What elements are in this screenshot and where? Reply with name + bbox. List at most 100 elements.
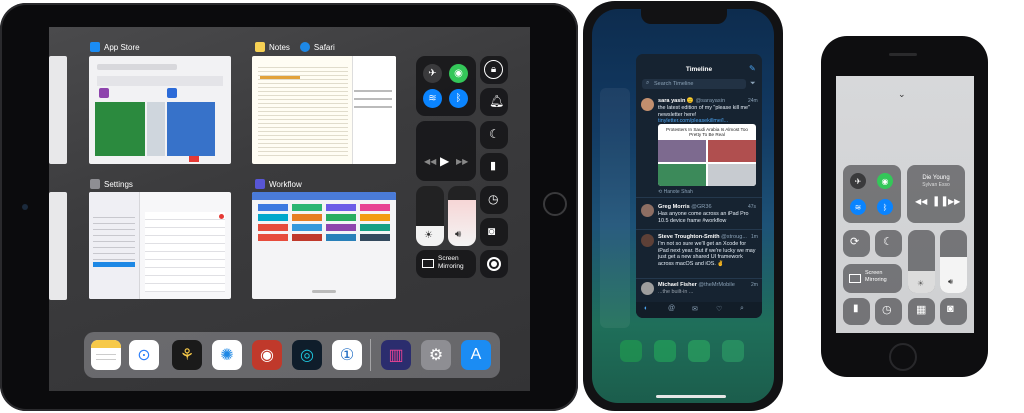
avatar[interactable] xyxy=(641,282,654,295)
volume-slider[interactable]: 🔊︎ xyxy=(448,186,476,246)
record-icon xyxy=(487,257,501,271)
ipad-home-button[interactable] xyxy=(543,192,567,216)
dock-notes-icon[interactable] xyxy=(91,340,121,370)
fast-forward-icon[interactable]: ▶▶ xyxy=(456,157,468,166)
song-title: Die Young xyxy=(922,175,950,181)
likes-tab-icon[interactable]: ♡ xyxy=(716,305,722,313)
dock-safari-icon[interactable]: ✺ xyxy=(212,340,242,370)
tweet-text: the latest edition of my "please kill me… xyxy=(658,105,750,125)
messages-tab-icon[interactable]: ✉ xyxy=(692,305,698,313)
tweetbot-app-card[interactable]: Timeline ✎ ⌕ Search Timeline ⏷ sara yasi… xyxy=(636,54,762,318)
workflow-card[interactable] xyxy=(252,192,396,299)
app-store-icon xyxy=(90,42,100,52)
filter-icon[interactable]: ⏷ xyxy=(750,80,756,88)
rotation-lock-button[interactable]: ⟳ xyxy=(843,230,870,257)
do-not-disturb-button[interactable]: 🔔︎ xyxy=(480,88,508,116)
night-shift-button[interactable]: ☾ xyxy=(480,121,508,149)
camera-icon: ◙ xyxy=(947,303,954,315)
wifi-icon[interactable]: ≋ xyxy=(850,199,866,215)
dock-app-icon[interactable] xyxy=(654,340,676,362)
workflow-card-header: Workflow xyxy=(255,179,302,189)
partial-app-card[interactable] xyxy=(49,56,67,164)
wifi-icon[interactable]: ≋ xyxy=(423,89,442,108)
bluetooth-icon[interactable]: ᛒ xyxy=(449,89,468,108)
preview-headline: Protesters In Saudi Arabia Is Almost Too… xyxy=(666,127,748,138)
card-title: Notes xyxy=(269,42,290,52)
bluetooth-icon[interactable]: ᛒ xyxy=(877,199,893,215)
tweet-author[interactable]: Greg Morris @GR36 xyxy=(658,204,712,210)
mentions-tab-icon[interactable]: @ xyxy=(668,305,675,312)
cellular-data-icon[interactable]: ◉ xyxy=(877,173,893,189)
rotation-lock-icon: ⟳ xyxy=(850,236,860,248)
search-tab-icon[interactable]: ⌕ xyxy=(740,305,744,313)
tweet-author[interactable]: Michael Fisher @theMrMobile xyxy=(658,282,735,288)
screen-record-button[interactable] xyxy=(480,250,508,278)
timer-icon: ◷ xyxy=(882,304,892,316)
link-preview[interactable]: Protesters In Saudi Arabia Is Almost Too… xyxy=(658,124,756,186)
flashlight-icon: ▮ xyxy=(490,160,497,172)
card-title: Workflow xyxy=(269,179,302,189)
timer-button[interactable]: ◷ xyxy=(480,186,508,214)
dock-tes-icon[interactable]: ⚘ xyxy=(172,340,202,370)
dock-app-icon[interactable] xyxy=(722,340,744,362)
dock-airmail-icon[interactable]: ⊙ xyxy=(129,340,159,370)
ipad-camera xyxy=(22,204,28,210)
dock-recent-app-icon[interactable]: ▥ xyxy=(381,340,411,370)
timer-button[interactable]: ◷ xyxy=(875,298,902,325)
dock-settings-icon[interactable]: ⚙ xyxy=(421,340,451,370)
airplane-mode-icon[interactable]: ✈ xyxy=(850,173,866,189)
compose-icon[interactable]: ✎ xyxy=(749,64,756,73)
moon-icon: ☾ xyxy=(489,127,500,141)
rewind-icon[interactable]: ◀◀ xyxy=(915,197,927,206)
calculator-button[interactable]: ▦ xyxy=(908,298,935,325)
rotation-lock-button[interactable]: 🔒︎ xyxy=(480,56,508,84)
tweet-time: 24m xyxy=(748,98,758,104)
screen-mirroring-icon xyxy=(849,274,861,283)
tweet-author[interactable]: sara yasin 😑 @sarayasin xyxy=(658,98,725,104)
settings-card[interactable] xyxy=(89,192,231,299)
pause-icon[interactable]: ❚❚ xyxy=(932,196,949,207)
search-input[interactable]: ⌕ Search Timeline xyxy=(642,79,746,89)
volume-slider[interactable]: 🔊︎ xyxy=(940,230,967,293)
tweet-author[interactable]: Steve Troughton-Smith @stroug... xyxy=(658,234,747,240)
flashlight-button[interactable]: ▮ xyxy=(843,298,870,325)
chevron-down-icon[interactable]: ⌄ xyxy=(898,89,906,100)
settings-icon xyxy=(90,179,100,189)
dock-app-icon[interactable] xyxy=(620,340,642,362)
screen-mirroring-button[interactable]: Screen Mirroring xyxy=(416,250,476,278)
do-not-disturb-button[interactable]: ☾ xyxy=(875,230,902,257)
avatar[interactable] xyxy=(641,204,654,217)
timer-icon: ◷ xyxy=(488,192,499,206)
screen-mirroring-label: Screen Mirroring xyxy=(438,255,464,270)
brightness-slider[interactable]: ☀ xyxy=(908,230,935,293)
dock-1password-icon[interactable]: ① xyxy=(332,340,362,370)
notes-safari-card[interactable] xyxy=(252,56,396,164)
airplane-mode-icon[interactable]: ✈ xyxy=(423,64,442,83)
brightness-slider[interactable]: ☀ xyxy=(416,186,444,246)
cellular-data-icon[interactable]: ◉ xyxy=(449,64,468,83)
tab-bar: ◐ @ ✉ ♡ ⌕ xyxy=(636,302,762,318)
dock-tweetbot-icon[interactable]: ◉ xyxy=(252,340,282,370)
notes-icon xyxy=(255,42,265,52)
dock-app-icon[interactable] xyxy=(688,340,710,362)
avatar[interactable] xyxy=(641,98,654,111)
play-icon[interactable]: ▶ xyxy=(440,154,449,168)
iphone-7-home-button[interactable] xyxy=(889,343,917,371)
avatar[interactable] xyxy=(641,234,654,247)
camera-button[interactable]: ◙ xyxy=(480,218,508,246)
home-indicator[interactable] xyxy=(656,395,726,398)
rewind-icon[interactable]: ◀◀ xyxy=(424,157,436,166)
dock-fingerprint-icon[interactable]: ◎ xyxy=(292,340,322,370)
app-store-card[interactable] xyxy=(89,56,231,164)
background-app-card[interactable] xyxy=(600,88,630,328)
divider xyxy=(636,197,762,198)
camera-button[interactable]: ◙ xyxy=(940,298,967,325)
flashlight-button[interactable]: ▮ xyxy=(480,153,508,181)
fast-forward-icon[interactable]: ▶▶ xyxy=(948,197,960,206)
dock-app-store-icon[interactable]: A xyxy=(461,340,491,370)
screen-mirroring-button[interactable]: Screen Mirroring xyxy=(843,264,902,293)
partial-app-card[interactable] xyxy=(49,192,67,300)
timeline-tab-icon[interactable]: ◐ xyxy=(644,305,648,312)
iphone-x-notch xyxy=(641,8,727,24)
tweet-text: I'm not so sure we'll get an Xcode for i… xyxy=(658,241,756,267)
